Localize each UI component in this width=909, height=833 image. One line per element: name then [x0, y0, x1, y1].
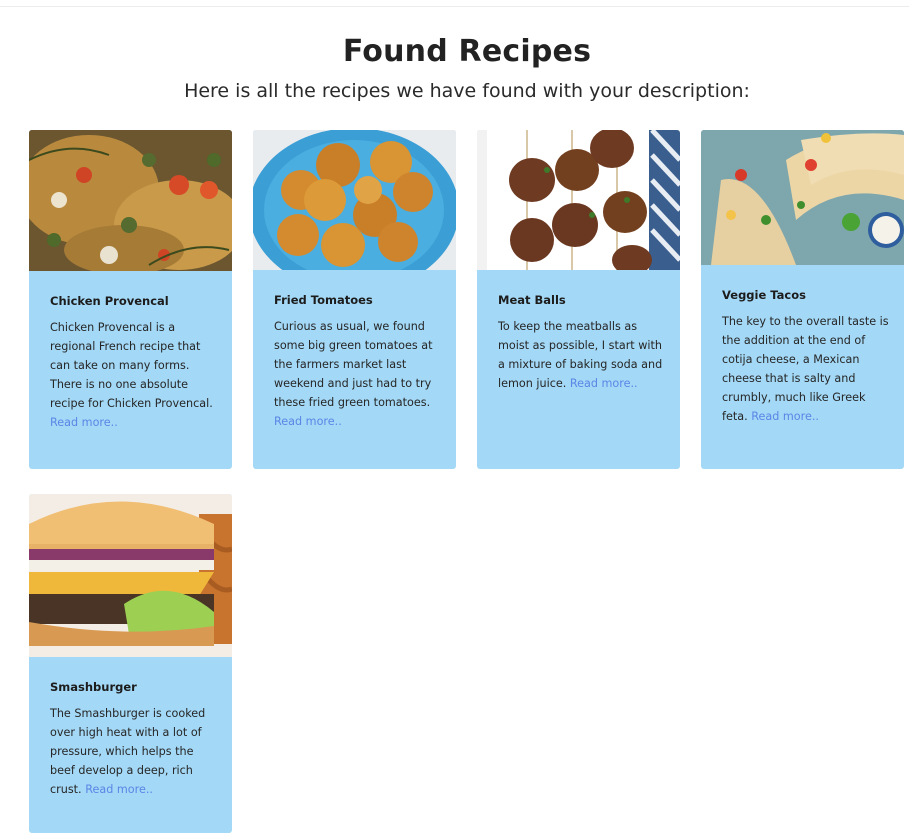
read-more-link[interactable]: Read more.. — [751, 410, 819, 423]
recipe-title[interactable]: Chicken Provencal — [50, 294, 218, 308]
recipe-description: Curious as usual, we found some big gree… — [274, 317, 442, 431]
recipe-title[interactable]: Smashburger — [50, 680, 218, 694]
recipe-card-body: Smashburger The Smashburger is cooked ov… — [50, 680, 218, 799]
read-more-link[interactable]: Read more.. — [50, 416, 118, 429]
meat-balls-photo[interactable] — [477, 130, 680, 270]
page-title: Found Recipes — [342, 34, 592, 69]
recipe-description-text: The key to the overall taste is the addi… — [722, 315, 889, 423]
read-more-link[interactable]: Read more.. — [85, 783, 153, 796]
smashburger-photo[interactable] — [29, 494, 232, 657]
read-more-link[interactable]: Read more.. — [570, 377, 638, 390]
recipe-card-smashburger[interactable]: Smashburger The Smashburger is cooked ov… — [29, 494, 232, 833]
recipe-description: The Smashburger is cooked over high heat… — [50, 704, 218, 799]
recipe-card-body: Veggie Tacos The key to the overall tast… — [722, 288, 890, 426]
recipe-description-text: Chicken Provencal is a regional French r… — [50, 321, 213, 410]
recipe-card-body: Fried Tomatoes Curious as usual, we foun… — [274, 293, 442, 431]
chicken-provencal-photo[interactable] — [29, 130, 232, 271]
recipe-description: Chicken Provencal is a regional French r… — [50, 318, 218, 432]
top-divider — [0, 6, 909, 7]
recipe-card-veggie-tacos[interactable]: Veggie Tacos The key to the overall tast… — [701, 130, 904, 469]
recipe-description: To keep the meatballs as moist as possib… — [498, 317, 666, 393]
recipe-title[interactable]: Veggie Tacos — [722, 288, 890, 302]
veggie-tacos-photo[interactable] — [701, 130, 904, 265]
page-subtitle: Here is all the recipes we have found wi… — [184, 80, 750, 102]
recipe-description: The key to the overall taste is the addi… — [722, 312, 890, 426]
read-more-link[interactable]: Read more.. — [274, 415, 342, 428]
fried-tomatoes-photo[interactable] — [253, 130, 456, 270]
recipe-title[interactable]: Fried Tomatoes — [274, 293, 442, 307]
recipe-card-chicken-provencal[interactable]: Chicken Provencal Chicken Provencal is a… — [29, 130, 232, 469]
recipe-card-meat-balls[interactable]: Meat Balls To keep the meatballs as mois… — [477, 130, 680, 469]
recipe-card-fried-tomatoes[interactable]: Fried Tomatoes Curious as usual, we foun… — [253, 130, 456, 469]
recipe-card-body: Meat Balls To keep the meatballs as mois… — [498, 293, 666, 393]
recipe-card-body: Chicken Provencal Chicken Provencal is a… — [50, 294, 218, 432]
recipe-description-text: Curious as usual, we found some big gree… — [274, 320, 433, 409]
recipe-title[interactable]: Meat Balls — [498, 293, 666, 307]
